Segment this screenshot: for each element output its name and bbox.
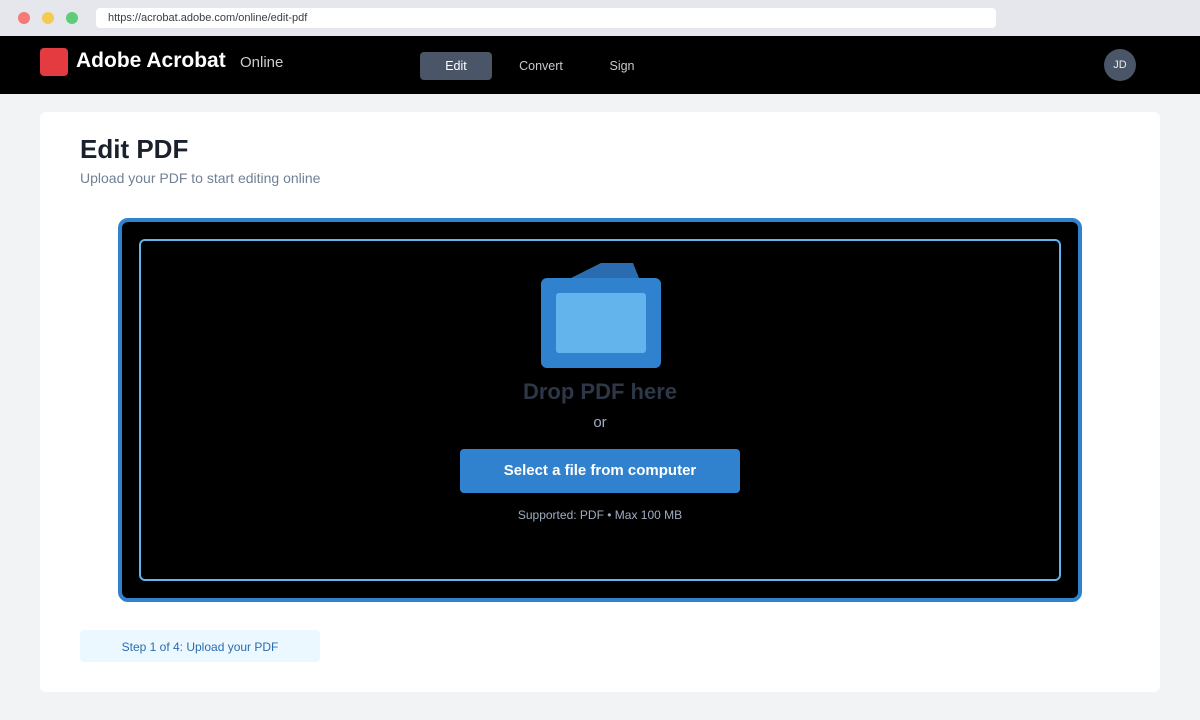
acrobat-logo-icon bbox=[40, 48, 68, 76]
tab-convert[interactable]: Convert bbox=[506, 52, 576, 80]
window-close-button[interactable] bbox=[18, 12, 30, 24]
brand-name: Adobe Acrobat bbox=[76, 49, 226, 72]
dropzone-title: Drop PDF here bbox=[522, 379, 678, 404]
brand-subtitle: Online bbox=[240, 54, 284, 71]
window-maximize-button[interactable] bbox=[66, 12, 78, 24]
page-subtitle: Upload your PDF to start editing online bbox=[80, 170, 321, 186]
address-bar[interactable]: https://acrobat.adobe.com/online/edit-pd… bbox=[96, 8, 996, 28]
window-minimize-button[interactable] bbox=[42, 12, 54, 24]
folder-icon bbox=[541, 263, 661, 368]
dropzone-or-text: or bbox=[593, 414, 607, 431]
app-header: Adobe Acrobat Online Edit Convert Sign J… bbox=[0, 36, 1200, 94]
tab-edit[interactable]: Edit bbox=[420, 52, 492, 80]
pdf-dropzone[interactable]: Drop PDF here or Select a file from comp… bbox=[118, 218, 1082, 602]
dropzone-inner-border: Drop PDF here or Select a file from comp… bbox=[139, 239, 1061, 581]
step-indicator: Step 1 of 4: Upload your PDF bbox=[80, 630, 320, 662]
browser-chrome: https://acrobat.adobe.com/online/edit-pd… bbox=[0, 0, 1200, 36]
tab-sign[interactable]: Sign bbox=[594, 52, 650, 80]
user-avatar[interactable]: JD bbox=[1104, 49, 1136, 81]
supported-formats-text: Supported: PDF • Max 100 MB bbox=[517, 508, 683, 522]
page-title: Edit PDF bbox=[80, 134, 189, 164]
select-file-button[interactable]: Select a file from computer bbox=[460, 449, 740, 493]
main-card: Edit PDF Upload your PDF to start editin… bbox=[40, 112, 1160, 692]
